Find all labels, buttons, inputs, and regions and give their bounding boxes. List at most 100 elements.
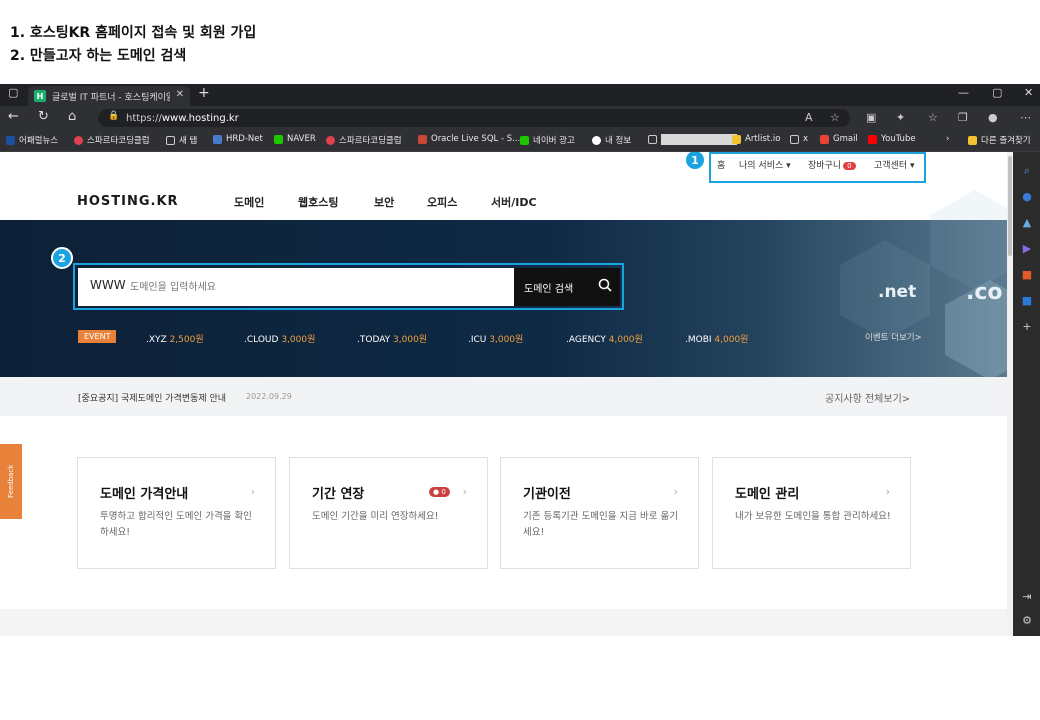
card-title: 도메인 가격안내 bbox=[100, 487, 189, 502]
card-transfer[interactable]: 기관이전 › 기존 등록기관 도메인을 지금 바로 옮기세요! bbox=[500, 457, 699, 569]
card-desc: 내가 보유한 도메인을 통합 관리하세요! bbox=[735, 511, 891, 522]
bookmark-item[interactable]: 스파르타코딩클럽 bbox=[326, 134, 402, 146]
games-icon[interactable]: ▶ bbox=[1021, 242, 1033, 255]
address-bar-row: ← ↻ ⌂ 🔒 https://www.hosting.kr A ☆ ▣ ✦ ☆… bbox=[0, 106, 1040, 130]
chevron-right-icon: › bbox=[250, 485, 255, 498]
bookmarks-bar: 어패럴뉴스 스파르타코딩클럽 새 탭 HRD-Net NAVER 스파르타코딩클… bbox=[0, 130, 1040, 152]
profile-icon[interactable]: ● bbox=[988, 111, 998, 124]
extension-icon[interactable]: ▣ bbox=[866, 111, 876, 124]
tld-price-item[interactable]: .CLOUD 3,000원 bbox=[244, 332, 315, 345]
chevron-right-icon: › bbox=[673, 485, 678, 498]
bookmark-item[interactable]: NAVER bbox=[274, 134, 316, 144]
bookmark-item[interactable]: Gmail bbox=[820, 134, 858, 144]
card-renewal[interactable]: 기간 연장 ● 0 › 도메인 기간을 미리 연장하세요! bbox=[289, 457, 488, 569]
event-label: EVENT bbox=[78, 330, 117, 343]
tab-close-icon[interactable]: ✕ bbox=[176, 89, 184, 100]
bookmark-item[interactable]: 스파르타코딩클럽 bbox=[74, 134, 150, 146]
event-more-link[interactable]: 이벤트 더보기> bbox=[865, 331, 922, 343]
lock-icon: 🔒 bbox=[108, 111, 120, 121]
edge-sidebar: ⌕ ● ▲ ▶ ■ ■ + ⇥ ⚙ bbox=[1013, 152, 1040, 636]
window-close-icon[interactable]: ✕ bbox=[1024, 86, 1033, 99]
bookmark-item[interactable]: Artlist.io bbox=[732, 134, 780, 144]
site-logo[interactable]: HOSTING.KR bbox=[77, 194, 179, 209]
card-desc: 기존 등록기관 도메인을 지금 바로 옮기세요! bbox=[523, 511, 678, 538]
notice-more-link[interactable]: 공지사항 전체보기> bbox=[825, 390, 910, 405]
feedback-tab[interactable]: Feedback bbox=[0, 444, 22, 519]
instruction-1: 1. 호스팅KR 홈페이지 접속 및 회원 가입 bbox=[10, 25, 257, 41]
highlight-box-util-nav bbox=[709, 152, 926, 183]
tld-price-item[interactable]: .AGENCY 4,000원 bbox=[566, 332, 643, 345]
notice-title[interactable]: [중요공지] 국제도메인 가격변동제 안내 bbox=[78, 391, 226, 404]
home-icon[interactable]: ⌂ bbox=[68, 109, 76, 124]
search-icon[interactable]: ⌕ bbox=[1021, 164, 1033, 177]
extensions-puzzle-icon[interactable]: ✦ bbox=[896, 111, 905, 124]
add-icon[interactable]: + bbox=[1021, 320, 1033, 333]
gnb-webhosting[interactable]: 웹호스팅 bbox=[298, 194, 338, 210]
card-desc: 투명하고 합리적인 도메인 가격을 확인하세요! bbox=[100, 511, 252, 538]
bookmark-item[interactable]: Oracle Live SQL - S... bbox=[418, 134, 520, 144]
other-favorites[interactable]: 다른 즐겨찾기 bbox=[968, 134, 1031, 146]
bookmark-item[interactable]: 네이버 광고 bbox=[520, 134, 575, 146]
card-title: 기관이전 bbox=[523, 487, 571, 502]
browser-window: ▢ H 글로벌 IT 파트너 - 호스팅케이알 ✕ + — ▢ ✕ ← ↻ ⌂ … bbox=[0, 84, 1040, 636]
tld-price-item[interactable]: .ICU 3,000원 bbox=[468, 332, 523, 345]
renewal-count-badge: ● 0 bbox=[429, 487, 450, 497]
tld-price-item[interactable]: .MOBI 4,000원 bbox=[685, 332, 748, 345]
step-2-badge: 2 bbox=[51, 247, 73, 269]
url-field[interactable]: 🔒 https://www.hosting.kr bbox=[98, 109, 850, 127]
hero-banner: .net .co WWW 도메인 검색 2 EVENT .XYZ 2,500원 … bbox=[0, 190, 1007, 380]
hero-net-text: .net bbox=[878, 282, 917, 302]
tools-icon[interactable]: ▲ bbox=[1021, 216, 1033, 229]
favorites-icon[interactable]: ☆ bbox=[928, 111, 938, 124]
tab-title: 글로벌 IT 파트너 - 호스팅케이알 bbox=[52, 92, 170, 103]
notice-date: 2022.09.29 bbox=[246, 392, 292, 401]
bookmark-item[interactable]: HRD-Net bbox=[213, 134, 263, 144]
highlight-box-search bbox=[73, 263, 624, 310]
bookmark-item[interactable]: 내 정보 bbox=[592, 134, 631, 146]
new-tab-icon[interactable]: + bbox=[198, 85, 210, 101]
card-title: 기간 연장 bbox=[312, 487, 365, 502]
more-menu-icon[interactable]: ⋯ bbox=[1020, 111, 1031, 124]
bookmark-item[interactable]: 어패럴뉴스 bbox=[6, 134, 58, 146]
refresh-icon[interactable]: ↻ bbox=[38, 109, 49, 124]
bookmark-item[interactable]: 새 탭 bbox=[166, 134, 197, 146]
settings-icon[interactable]: ⚙ bbox=[1021, 614, 1033, 627]
back-icon[interactable]: ← bbox=[8, 109, 19, 124]
gnb-domain[interactable]: 도메인 bbox=[234, 194, 264, 210]
url-prefix: https:// bbox=[126, 112, 162, 124]
page-viewport: 홈 나의 서비스 ▾ 장바구니 0 고객센터 ▾ 1 HOSTING.KR 도메인… bbox=[0, 152, 1007, 636]
maximize-icon[interactable]: ▢ bbox=[992, 86, 1002, 99]
outlook-icon[interactable]: ■ bbox=[1021, 294, 1033, 307]
bookmarks-overflow-icon[interactable]: › bbox=[946, 134, 949, 144]
collections-icon[interactable]: ❐ bbox=[958, 111, 968, 124]
sidebar-hide-icon[interactable]: ⇥ bbox=[1021, 590, 1033, 603]
hero-hexagon bbox=[930, 190, 1007, 290]
tld-price-item[interactable]: .XYZ 2,500원 bbox=[146, 332, 204, 345]
instruction-2: 2. 만들고자 하는 도메인 검색 bbox=[10, 48, 187, 64]
minimize-icon[interactable]: — bbox=[958, 86, 969, 99]
add-favorite-icon[interactable]: ☆ bbox=[830, 111, 840, 124]
tld-price-item[interactable]: .TODAY 3,000원 bbox=[357, 332, 427, 345]
card-desc: 도메인 기간을 미리 연장하세요! bbox=[312, 511, 439, 522]
bookmark-item[interactable]: x bbox=[790, 134, 808, 144]
bookmark-item[interactable]: YouTube bbox=[868, 134, 916, 144]
chevron-right-icon: › bbox=[462, 485, 467, 498]
card-title: 도메인 관리 bbox=[735, 487, 800, 502]
scrollbar-thumb[interactable] bbox=[1008, 156, 1012, 256]
browser-tab[interactable]: H 글로벌 IT 파트너 - 호스팅케이알 ✕ bbox=[28, 86, 190, 106]
chevron-right-icon: › bbox=[885, 485, 890, 498]
read-aloud-icon[interactable]: A bbox=[805, 111, 813, 124]
shopping-icon[interactable]: ● bbox=[1021, 190, 1033, 203]
office-icon[interactable]: ■ bbox=[1021, 268, 1033, 281]
notice-bar: [중요공지] 국제도메인 가격변동제 안내 2022.09.29 공지사항 전체… bbox=[0, 377, 1007, 416]
hero-co-text: .co bbox=[966, 280, 1003, 305]
card-management[interactable]: 도메인 관리 › 내가 보유한 도메인을 통합 관리하세요! bbox=[712, 457, 911, 569]
card-domain-price[interactable]: 도메인 가격안내 › 투명하고 합리적인 도메인 가격을 확인하세요! bbox=[77, 457, 276, 569]
gnb-office[interactable]: 오피스 bbox=[427, 194, 457, 210]
tab-actions-icon[interactable]: ▢ bbox=[8, 86, 18, 99]
bookmark-item-redacted[interactable] bbox=[648, 134, 737, 145]
gnb-server-idc[interactable]: 서버/IDC bbox=[491, 194, 537, 210]
gnb-security[interactable]: 보안 bbox=[374, 194, 394, 210]
footer-band bbox=[0, 609, 1007, 636]
step-1-badge: 1 bbox=[684, 152, 706, 171]
